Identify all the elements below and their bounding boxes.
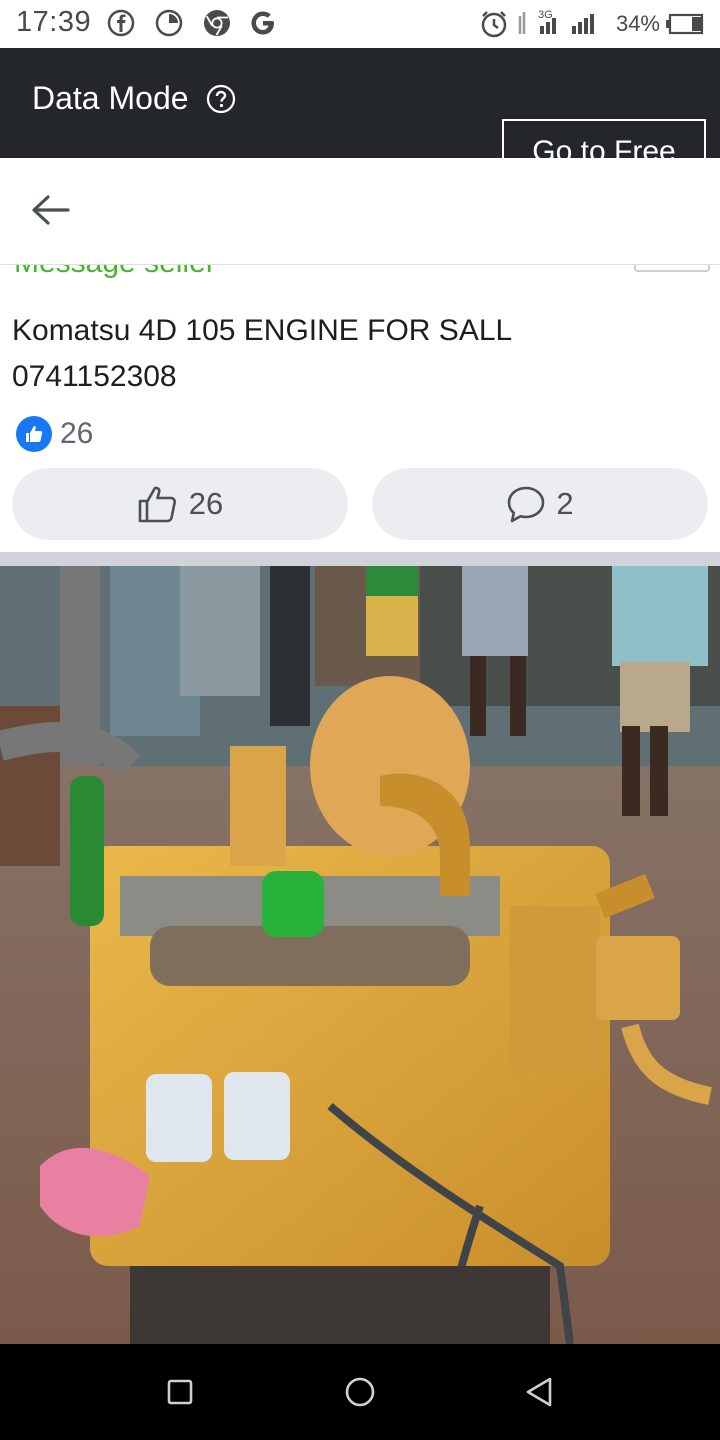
comment-button[interactable]: 2 bbox=[372, 468, 708, 540]
engine-photo bbox=[0, 566, 720, 1344]
status-time: 17:39 bbox=[16, 6, 92, 38]
clock-icon bbox=[155, 9, 183, 37]
network-type: 3G bbox=[538, 9, 553, 21]
like-button[interactable]: 26 bbox=[12, 468, 348, 540]
home-icon[interactable] bbox=[342, 1374, 378, 1410]
data-mode-bar: Data Mode Go to Free bbox=[0, 48, 720, 185]
post-text: Komatsu 4D 105 ENGINE FOR SALL 074115230… bbox=[12, 308, 702, 400]
battery-percent: 34% bbox=[615, 11, 660, 36]
post-header bbox=[0, 158, 720, 265]
back-arrow-icon[interactable] bbox=[28, 190, 74, 230]
section-divider bbox=[0, 552, 720, 566]
data-mode-title: Data Mode bbox=[32, 80, 189, 116]
status-right: 3G 34% bbox=[478, 8, 706, 40]
battery-icon bbox=[666, 13, 704, 35]
system-nav-bar bbox=[0, 1344, 720, 1440]
comment-icon bbox=[508, 486, 545, 523]
help-icon[interactable] bbox=[206, 84, 236, 114]
recent-apps-icon[interactable] bbox=[162, 1374, 198, 1410]
post-title: Komatsu 4D 105 ENGINE FOR SALL bbox=[12, 314, 513, 347]
reactions-summary[interactable]: 26 bbox=[16, 414, 93, 454]
alarm-icon bbox=[481, 11, 507, 38]
comment-count: 2 bbox=[556, 486, 574, 521]
thumbs-up-icon bbox=[138, 486, 176, 523]
post-photo[interactable] bbox=[0, 566, 720, 1344]
like-reaction-icon bbox=[16, 416, 52, 452]
back-nav-icon[interactable] bbox=[522, 1374, 558, 1410]
post-phone: 0741152308 bbox=[12, 360, 177, 393]
facebook-icon bbox=[107, 9, 135, 37]
signal-icon: 3G bbox=[518, 9, 594, 34]
like-count: 26 bbox=[188, 486, 224, 521]
post-actions: 26 2 bbox=[12, 468, 708, 540]
reaction-count: 26 bbox=[60, 417, 94, 450]
chrome-icon bbox=[204, 10, 230, 36]
status-bar: 17:39 3G 34% bbox=[0, 0, 720, 48]
google-icon bbox=[251, 11, 274, 35]
